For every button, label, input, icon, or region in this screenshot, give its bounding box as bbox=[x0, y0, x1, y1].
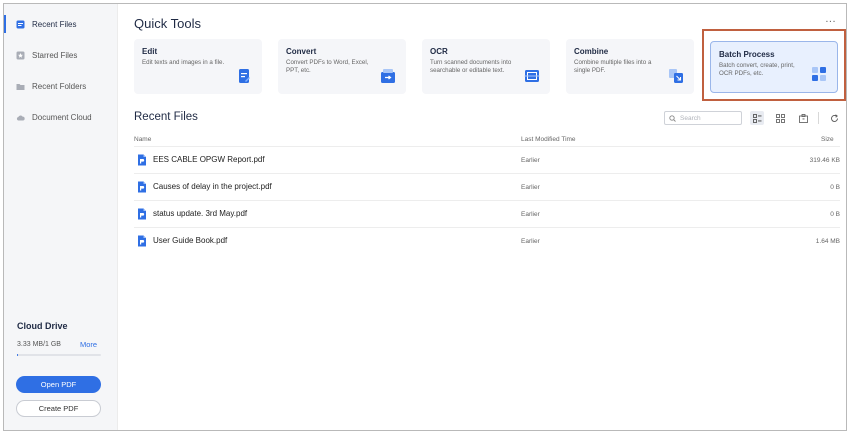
file-size: 319.46 KB bbox=[809, 157, 840, 164]
refresh-icon bbox=[830, 113, 838, 122]
cloud-icon bbox=[16, 113, 25, 122]
sidebar-item-starred-files[interactable]: Starred Files bbox=[4, 44, 118, 66]
sidebar-item-document-cloud[interactable]: Document Cloud bbox=[4, 106, 118, 128]
recent-files-title: Recent Files bbox=[134, 111, 198, 123]
edit-icon bbox=[239, 69, 250, 83]
tool-name: Edit bbox=[142, 47, 158, 56]
tool-name: Batch Process bbox=[719, 50, 775, 59]
recent-files-icon bbox=[16, 20, 25, 29]
column-header-name[interactable]: Name bbox=[134, 136, 151, 143]
file-size: 0 B bbox=[830, 184, 840, 191]
folder-icon bbox=[16, 82, 25, 91]
tool-card-batch-process[interactable]: Batch Process Batch convert, create, pri… bbox=[710, 41, 838, 93]
sidebar-item-recent-files[interactable]: Recent Files bbox=[4, 13, 118, 35]
search-box[interactable] bbox=[664, 111, 742, 125]
table-row[interactable]: Causes of delay in the project.pdf Earli… bbox=[134, 174, 840, 200]
tool-name: Convert bbox=[286, 47, 317, 56]
tool-card-ocr[interactable]: OCR Turn scanned documents into searchab… bbox=[422, 39, 550, 94]
grid-view-icon bbox=[775, 113, 785, 123]
cloud-usage-fill bbox=[17, 354, 18, 356]
column-header-size[interactable]: Size bbox=[821, 136, 834, 143]
ocr-icon bbox=[524, 70, 540, 82]
list-view-icon bbox=[752, 113, 761, 123]
more-options-button[interactable]: ... bbox=[825, 13, 836, 25]
tool-description: Turn scanned documents into searchable o… bbox=[430, 59, 512, 74]
sidebar-item-label: Starred Files bbox=[32, 50, 78, 60]
search-input[interactable] bbox=[680, 114, 740, 122]
cloud-usage-text: 3.33 MB/1 GB bbox=[17, 341, 61, 348]
search-icon bbox=[669, 114, 676, 122]
tool-description: Edit texts and images in a file. bbox=[142, 59, 225, 66]
file-name: status update. 3rd May.pdf bbox=[153, 209, 248, 218]
tool-card-edit[interactable]: Edit Edit texts and images in a file. bbox=[134, 39, 262, 94]
pdf-file-icon bbox=[138, 154, 146, 166]
refresh-button[interactable] bbox=[827, 111, 841, 125]
sidebar-item-label: Recent Folders bbox=[32, 81, 87, 91]
pdf-file-icon bbox=[138, 181, 146, 193]
open-pdf-button[interactable]: Open PDF bbox=[16, 376, 101, 393]
tool-name: OCR bbox=[430, 47, 448, 56]
tool-card-convert[interactable]: Convert Convert PDFs to Word, Excel, PPT… bbox=[278, 39, 406, 94]
file-size: 1.64 MB bbox=[815, 238, 840, 245]
star-icon bbox=[16, 51, 25, 60]
column-header-time[interactable]: Last Modified Time bbox=[521, 136, 576, 143]
file-modified-time: Earlier bbox=[521, 157, 540, 164]
sidebar-item-label: Recent Files bbox=[32, 19, 77, 29]
cloud-usage-bar bbox=[17, 354, 101, 356]
sidebar-item-recent-folders[interactable]: Recent Folders bbox=[4, 75, 118, 97]
sidebar-item-label: Document Cloud bbox=[32, 112, 92, 122]
tool-name: Combine bbox=[574, 47, 609, 56]
table-row[interactable]: User Guide Book.pdf Earlier 1.64 MB bbox=[134, 228, 840, 254]
cloud-drive-title: Cloud Drive bbox=[17, 321, 68, 331]
tool-description: Combine multiple files into a single PDF… bbox=[574, 59, 652, 74]
pdf-file-icon bbox=[138, 235, 146, 247]
tool-description: Batch convert, create, print, OCR PDFs, … bbox=[719, 62, 795, 77]
list-view-button[interactable] bbox=[750, 111, 764, 125]
batch-icon bbox=[812, 67, 826, 81]
combine-icon bbox=[669, 69, 683, 83]
cloud-more-link[interactable]: More bbox=[80, 340, 97, 349]
tool-description: Convert PDFs to Word, Excel, PPT, etc. bbox=[286, 59, 369, 74]
table-row[interactable]: EES CABLE OPGW Report.pdf Earlier 319.46… bbox=[134, 147, 840, 173]
convert-icon bbox=[381, 69, 395, 83]
file-name: Causes of delay in the project.pdf bbox=[153, 182, 272, 191]
file-name: User Guide Book.pdf bbox=[153, 236, 228, 245]
tool-card-combine[interactable]: Combine Combine multiple files into a si… bbox=[566, 39, 694, 94]
file-modified-time: Earlier bbox=[521, 184, 540, 191]
grid-view-button[interactable] bbox=[773, 111, 787, 125]
file-modified-time: Earlier bbox=[521, 211, 540, 218]
create-pdf-button[interactable]: Create PDF bbox=[16, 400, 101, 417]
quick-tools-title: Quick Tools bbox=[134, 16, 201, 31]
file-modified-time: Earlier bbox=[521, 238, 540, 245]
app-window: Recent Files Starred Files Recent Folder… bbox=[3, 3, 847, 431]
table-row[interactable]: status update. 3rd May.pdf Earlier 0 B bbox=[134, 201, 840, 227]
pdf-file-icon bbox=[138, 208, 146, 220]
sidebar: Recent Files Starred Files Recent Folder… bbox=[4, 4, 118, 430]
file-name: EES CABLE OPGW Report.pdf bbox=[153, 155, 265, 164]
file-size: 0 B bbox=[830, 211, 840, 218]
manage-files-button[interactable] bbox=[796, 111, 810, 125]
toolbar-divider bbox=[818, 112, 819, 124]
manage-files-icon bbox=[798, 113, 808, 123]
